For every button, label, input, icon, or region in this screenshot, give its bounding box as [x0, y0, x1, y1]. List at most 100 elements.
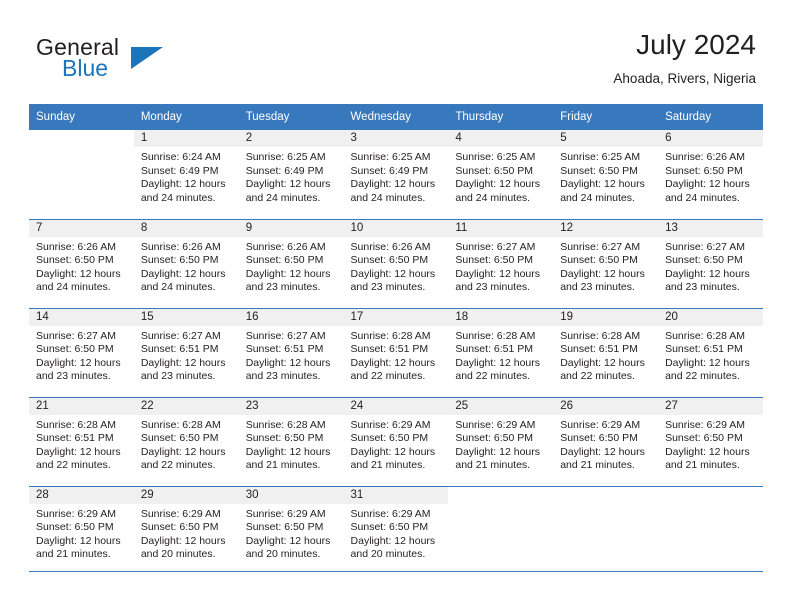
daylight-text-line2: and 23 minutes.	[350, 281, 426, 294]
daylight-text-line1: Daylight: 12 hours	[245, 267, 331, 280]
calendar-body: 1 Sunrise: 6:24 AM Sunset: 6:49 PM Daylight…	[29, 130, 763, 575]
calendar-day-cell[interactable]: 7 Sunrise: 6:26 AM Sunset: 6:50 PM Daylight…	[29, 218, 134, 308]
daylight-text-line1: Daylight: 12 hours	[350, 356, 436, 369]
calendar-day-cell[interactable]: 26 Sunrise: 6:29 AM Sunset: 6:50 PM Dayligh…	[553, 396, 659, 486]
calendar-day-cell[interactable]: 10 Sunrise: 6:26 AM Sunset: 6:50 PM Dayligh…	[343, 218, 449, 308]
day-details: Sunrise: 6:27 AM Sunset: 6:51 PM Daylight:…	[239, 326, 344, 384]
day-details: Sunrise: 6:25 AM Sunset: 6:49 PM Daylight:…	[344, 147, 449, 205]
sunrise-text: Sunrise: 6:28 AM	[36, 418, 116, 431]
calendar-day-cell[interactable]: 25 Sunrise: 6:29 AM Sunset: 6:50 PM Dayligh…	[448, 396, 554, 486]
calendar-day-cell[interactable]: 21 Sunrise: 6:28 AM Sunset: 6:51 PM Dayligh…	[29, 396, 134, 486]
day-details: Sunrise: 6:29 AM Sunset: 6:50 PM Daylight:…	[553, 415, 658, 473]
daylight-text-line1: Daylight: 12 hours	[140, 267, 226, 280]
sunset-text: Sunset: 6:51 PM	[560, 343, 638, 356]
calendar-day-cell[interactable]: 24 Sunrise: 6:29 AM Sunset: 6:50 PM Dayligh…	[343, 396, 449, 486]
sunset-text: Sunset: 6:50 PM	[245, 521, 324, 534]
sunset-text: Sunset: 6:50 PM	[36, 521, 114, 534]
calendar-day-cell[interactable]: 23 Sunrise: 6:28 AM Sunset: 6:50 PM Dayligh…	[238, 396, 344, 486]
calendar-day-cell-empty	[448, 485, 554, 575]
sunset-text: Sunset: 6:49 PM	[350, 164, 429, 177]
weekday-header-thursday: Thursday	[448, 104, 554, 130]
day-number: 6	[658, 130, 763, 147]
calendar-header-row: Sunday Monday Tuesday Wednesday Thursday…	[29, 104, 763, 130]
day-number: 13	[658, 219, 763, 237]
daylight-text-line1: Daylight: 12 hours	[665, 356, 750, 369]
sunset-text: Sunset: 6:50 PM	[36, 254, 114, 267]
day-details: Sunrise: 6:29 AM Sunset: 6:50 PM Daylight:…	[239, 504, 344, 562]
calendar-day-cell-empty	[553, 485, 659, 575]
sunset-text: Sunset: 6:50 PM	[455, 432, 534, 445]
calendar-day-cell[interactable]: 16 Sunrise: 6:27 AM Sunset: 6:51 PM Dayligh…	[238, 307, 344, 397]
daylight-text-line2: and 23 minutes.	[140, 370, 216, 383]
daylight-text-line1: Daylight: 12 hours	[665, 267, 750, 280]
day-details: Sunrise: 6:29 AM Sunset: 6:50 PM Daylight:…	[134, 504, 239, 562]
daylight-text-line1: Daylight: 12 hours	[245, 445, 331, 458]
daylight-text-line1: Daylight: 12 hours	[350, 445, 436, 458]
calendar-day-cell[interactable]: 17 Sunrise: 6:28 AM Sunset: 6:51 PM Dayligh…	[343, 307, 449, 397]
calendar-day-cell[interactable]: 13 Sunrise: 6:27 AM Sunset: 6:50 PM Dayligh…	[658, 218, 763, 308]
sunset-text: Sunset: 6:51 PM	[36, 432, 114, 445]
sunset-text: Sunset: 6:50 PM	[455, 254, 534, 267]
calendar-day-cell[interactable]: 30 Sunrise: 6:29 AM Sunset: 6:50 PM Dayligh…	[238, 485, 344, 575]
calendar-day-cell[interactable]: 2 Sunrise: 6:25 AM Sunset: 6:49 PM Daylight…	[238, 130, 344, 219]
sunrise-text: Sunrise: 6:29 AM	[560, 418, 641, 431]
day-details: Sunrise: 6:28 AM Sunset: 6:51 PM Daylight:…	[448, 326, 553, 384]
day-number: 19	[553, 308, 659, 326]
sunrise-text: Sunrise: 6:24 AM	[140, 151, 221, 163]
daylight-text-line2: and 23 minutes.	[665, 281, 740, 294]
calendar-day-cell[interactable]: 14 Sunrise: 6:27 AM Sunset: 6:50 PM Dayligh…	[29, 307, 134, 397]
calendar-day-cell[interactable]: 15 Sunrise: 6:27 AM Sunset: 6:51 PM Dayligh…	[133, 307, 239, 397]
calendar-day-cell[interactable]: 12 Sunrise: 6:27 AM Sunset: 6:50 PM Dayligh…	[553, 218, 659, 308]
daylight-text-line1: Daylight: 12 hours	[36, 534, 121, 547]
sunrise-text: Sunrise: 6:29 AM	[140, 507, 221, 520]
calendar-day-cell[interactable]: 11 Sunrise: 6:27 AM Sunset: 6:50 PM Dayligh…	[448, 218, 554, 308]
daylight-text-line2: and 23 minutes.	[455, 281, 531, 294]
calendar-day-cell[interactable]: 27 Sunrise: 6:29 AM Sunset: 6:50 PM Dayligh…	[658, 396, 763, 486]
day-details: Sunrise: 6:24 AM Sunset: 6:49 PM Daylight:…	[134, 147, 239, 205]
calendar-day-cell[interactable]: 18 Sunrise: 6:28 AM Sunset: 6:51 PM Dayligh…	[448, 307, 554, 397]
calendar-day-cell[interactable]: 3 Sunrise: 6:25 AM Sunset: 6:49 PM Daylight…	[343, 130, 449, 219]
daylight-text-line1: Daylight: 12 hours	[245, 356, 331, 369]
daylight-text-line1: Daylight: 12 hours	[560, 356, 645, 369]
daylight-text-line1: Daylight: 12 hours	[245, 534, 331, 547]
sunrise-text: Sunrise: 6:28 AM	[140, 418, 221, 431]
daylight-text-line2: and 22 minutes.	[140, 459, 216, 472]
calendar-day-cell[interactable]: 29 Sunrise: 6:29 AM Sunset: 6:50 PM Dayligh…	[133, 485, 239, 575]
calendar-week-row: 21 Sunrise: 6:28 AM Sunset: 6:51 PM Dayligh…	[29, 396, 763, 486]
day-details: Sunrise: 6:27 AM Sunset: 6:50 PM Daylight:…	[448, 237, 553, 295]
daylight-text-line1: Daylight: 12 hours	[560, 445, 645, 458]
calendar-day-cell[interactable]: 4 Sunrise: 6:25 AM Sunset: 6:50 PM Daylight…	[448, 130, 554, 219]
day-number: 28	[29, 486, 134, 504]
day-details: Sunrise: 6:29 AM Sunset: 6:50 PM Daylight:…	[344, 415, 449, 473]
sunrise-text: Sunrise: 6:29 AM	[350, 507, 431, 520]
daylight-text-line2: and 23 minutes.	[245, 370, 321, 383]
sunrise-text: Sunrise: 6:25 AM	[455, 151, 536, 163]
daylight-text-line2: and 24 minutes.	[665, 191, 740, 204]
sunrise-text: Sunrise: 6:29 AM	[665, 418, 746, 431]
calendar-page: General Blue July 2024 Ahoada, Rivers, N…	[0, 0, 792, 612]
calendar-day-cell[interactable]: 8 Sunrise: 6:26 AM Sunset: 6:50 PM Daylight…	[133, 218, 239, 308]
calendar-day-cell[interactable]: 6 Sunrise: 6:26 AM Sunset: 6:50 PM Daylight…	[658, 130, 763, 219]
calendar-day-cell[interactable]: 19 Sunrise: 6:28 AM Sunset: 6:51 PM Dayligh…	[553, 307, 659, 397]
daylight-text-line1: Daylight: 12 hours	[665, 178, 750, 191]
calendar-day-cell[interactable]: 28 Sunrise: 6:29 AM Sunset: 6:50 PM Dayligh…	[29, 485, 134, 575]
daylight-text-line1: Daylight: 12 hours	[455, 356, 541, 369]
calendar-day-cell-empty	[658, 485, 763, 575]
calendar-day-cell[interactable]: 9 Sunrise: 6:26 AM Sunset: 6:50 PM Daylight…	[238, 218, 344, 308]
sunset-text: Sunset: 6:51 PM	[665, 343, 743, 356]
calendar-day-cell[interactable]: 22 Sunrise: 6:28 AM Sunset: 6:50 PM Dayligh…	[133, 396, 239, 486]
calendar-day-cell[interactable]: 1 Sunrise: 6:24 AM Sunset: 6:49 PM Daylight…	[133, 130, 239, 219]
sunset-text: Sunset: 6:50 PM	[140, 254, 219, 267]
daylight-text-line1: Daylight: 12 hours	[350, 178, 436, 191]
daylight-text-line2: and 21 minutes.	[350, 459, 426, 472]
general-blue-logo[interactable]: General Blue	[36, 34, 226, 90]
calendar-day-cell[interactable]: 31 Sunrise: 6:29 AM Sunset: 6:50 PM Dayligh…	[343, 485, 449, 575]
daylight-text-line1: Daylight: 12 hours	[140, 534, 226, 547]
calendar-day-cell[interactable]: 20 Sunrise: 6:28 AM Sunset: 6:51 PM Dayligh…	[658, 307, 763, 397]
daylight-text-line2: and 21 minutes.	[665, 459, 740, 472]
day-details: Sunrise: 6:25 AM Sunset: 6:50 PM Daylight:…	[553, 147, 658, 205]
daylight-text-line1: Daylight: 12 hours	[350, 534, 436, 547]
calendar-day-cell[interactable]: 5 Sunrise: 6:25 AM Sunset: 6:50 PM Daylight…	[553, 130, 659, 219]
day-details: Sunrise: 6:25 AM Sunset: 6:50 PM Daylight:…	[448, 147, 553, 205]
sunset-text: Sunset: 6:51 PM	[350, 343, 429, 356]
